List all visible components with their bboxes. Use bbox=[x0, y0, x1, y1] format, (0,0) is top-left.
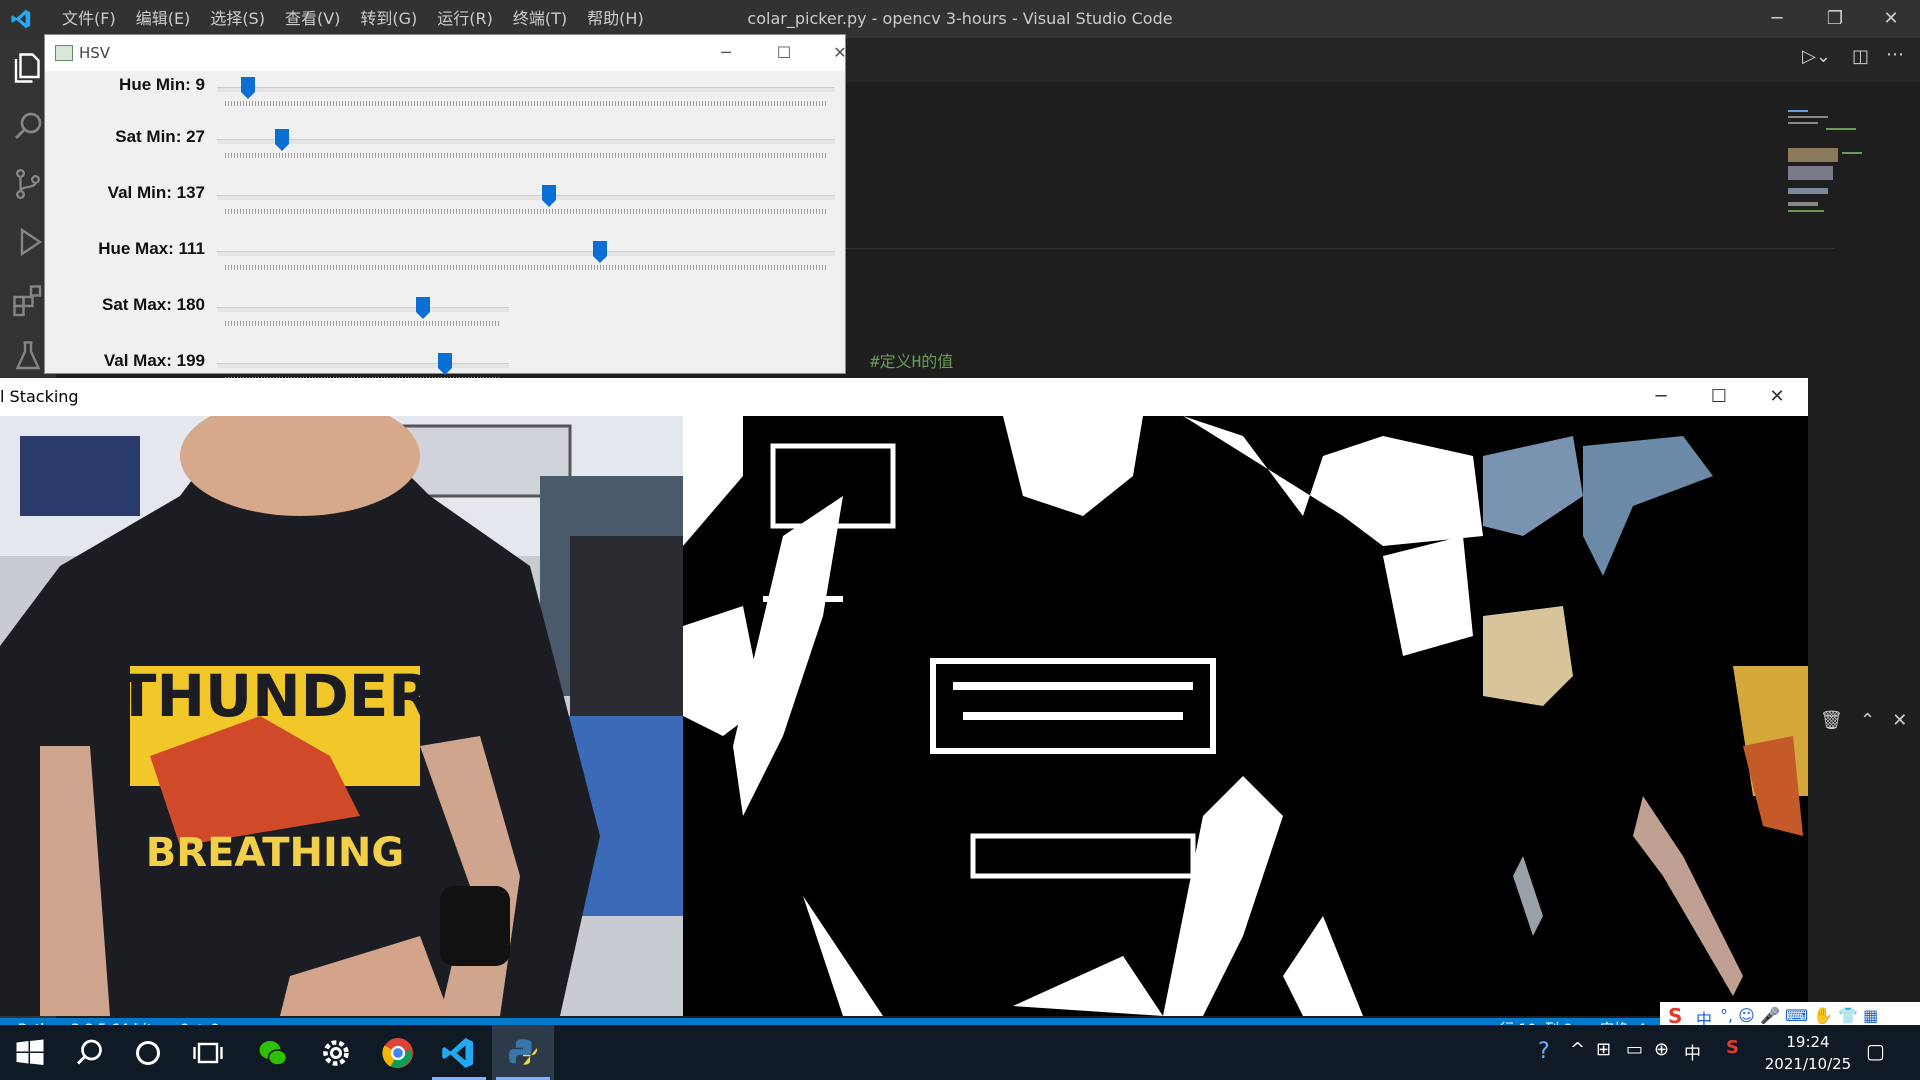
search-icon[interactable] bbox=[10, 108, 46, 144]
restore-icon[interactable]: ❐ bbox=[1806, 0, 1864, 38]
cortana-icon[interactable] bbox=[130, 1035, 166, 1071]
vscode-title-bar: 文件(F) 编辑(E) 选择(S) 查看(V) 转到(G) 运行(R) 终端(T… bbox=[0, 0, 1920, 38]
hsv-maximize-icon[interactable]: ☐ bbox=[755, 35, 813, 71]
more-actions-icon[interactable]: ⋯ bbox=[1886, 44, 1904, 65]
windows-start-icon[interactable] bbox=[12, 1035, 48, 1071]
slider-thumb[interactable] bbox=[437, 353, 452, 375]
help-icon[interactable]: ? bbox=[1538, 1039, 1550, 1064]
hsv-slider-row: Hue Min: 9 bbox=[45, 75, 845, 121]
battery-icon[interactable]: ▭ bbox=[1626, 1039, 1643, 1060]
slider-ticks bbox=[225, 153, 827, 158]
stack-close-icon[interactable]: ✕ bbox=[1748, 378, 1806, 416]
source-control-icon[interactable] bbox=[10, 166, 46, 202]
slider-thumb[interactable] bbox=[416, 297, 431, 319]
slider-label: Val Min: 137 bbox=[107, 183, 205, 202]
split-editor-icon[interactable]: ◫ bbox=[1852, 46, 1869, 67]
stacking-title-bar[interactable]: l Stacking ─ ☐ ✕ bbox=[0, 378, 1808, 416]
network-icon[interactable]: ⊞ bbox=[1596, 1039, 1611, 1060]
explorer-icon[interactable] bbox=[10, 50, 46, 86]
chrome-icon[interactable] bbox=[380, 1035, 416, 1071]
slider-track[interactable] bbox=[217, 363, 509, 368]
slider-label: Val Max: 199 bbox=[103, 351, 205, 370]
slider-label: Hue Max: 111 bbox=[98, 239, 205, 258]
globe-icon[interactable]: ⊕ bbox=[1654, 1039, 1669, 1060]
clock-date: 2021/10/25 bbox=[1764, 1055, 1852, 1073]
notification-icon[interactable]: ▢ bbox=[1866, 1039, 1885, 1063]
panel-close-icon[interactable]: ✕ bbox=[1892, 710, 1907, 731]
slider-track[interactable] bbox=[217, 251, 835, 256]
sogou-tray-icon[interactable]: S bbox=[1726, 1037, 1739, 1058]
result-image bbox=[1483, 416, 1808, 1016]
slider-ticks bbox=[225, 321, 501, 326]
hsv-slider-row: Hue Max: 111 bbox=[45, 239, 845, 285]
hsv-close-icon[interactable]: ✕ bbox=[811, 35, 869, 71]
wechat-icon[interactable] bbox=[255, 1035, 291, 1071]
vscode-taskbar-icon[interactable] bbox=[440, 1035, 476, 1071]
slider-ticks bbox=[225, 265, 827, 270]
shirt-print-title: THUNDER bbox=[117, 662, 433, 730]
window-app-icon bbox=[55, 45, 73, 61]
panel-actions: 🗑 ⌃ ✕ bbox=[1820, 710, 1907, 731]
hsv-title: HSV bbox=[79, 44, 111, 62]
hsv-slider-row: Sat Min: 27 bbox=[45, 127, 845, 173]
mask-image bbox=[683, 416, 1483, 1016]
close-icon[interactable]: ✕ bbox=[1862, 0, 1920, 38]
python-icon bbox=[508, 1039, 538, 1065]
chevron-up-tray-icon[interactable]: ^ bbox=[1570, 1039, 1585, 1060]
testing-icon[interactable] bbox=[10, 338, 46, 374]
window-title: colar_picker.py - opencv 3-hours - Visua… bbox=[747, 9, 1173, 28]
hsv-slider-row: Sat Max: 180 bbox=[45, 295, 845, 341]
slider-thumb[interactable] bbox=[275, 129, 290, 151]
slider-ticks bbox=[225, 101, 827, 106]
slider-track[interactable] bbox=[217, 87, 835, 92]
hsv-window: HSV ─ ☐ ✕ Hue Min: 9 Sat Min: 27 Val Min: … bbox=[44, 34, 847, 382]
slider-ticks bbox=[225, 209, 827, 214]
hsv-minimize-icon[interactable]: ─ bbox=[697, 35, 755, 71]
extensions-icon[interactable] bbox=[10, 282, 46, 318]
minimize-icon[interactable]: ─ bbox=[1748, 0, 1806, 38]
slider-thumb[interactable] bbox=[241, 77, 256, 99]
ime-indicator[interactable]: 中 bbox=[1684, 1039, 1701, 1064]
task-view-icon[interactable] bbox=[190, 1035, 226, 1071]
clock-time: 19:24 bbox=[1786, 1033, 1830, 1051]
run-file-icon[interactable]: ▷⌄ bbox=[1802, 46, 1831, 67]
chevron-up-icon[interactable]: ⌃ bbox=[1860, 710, 1875, 731]
slider-thumb[interactable] bbox=[542, 185, 557, 207]
slider-label: Sat Min: 27 bbox=[115, 127, 205, 146]
slider-label: Sat Max: 180 bbox=[102, 295, 205, 314]
slider-track[interactable] bbox=[217, 139, 835, 144]
taskbar: ? ^ ⊞ ▭ ⊕ 中 S 19:24 2021/10/25 ▢ bbox=[0, 1025, 1920, 1080]
ime-tools-icon[interactable]: °, ☺ 🎤 ⌨ ✋ 👕 ▦ bbox=[1720, 1006, 1878, 1025]
trash-icon[interactable]: 🗑 bbox=[1820, 710, 1843, 731]
slider-label: Hue Min: 9 bbox=[119, 75, 205, 94]
stacking-title: l Stacking bbox=[0, 387, 79, 406]
slider-track[interactable] bbox=[217, 195, 835, 200]
slider-thumb[interactable] bbox=[593, 241, 608, 263]
minimap[interactable] bbox=[1786, 108, 1904, 238]
clock[interactable]: 19:24 2021/10/25 bbox=[1760, 1031, 1856, 1075]
settings-icon[interactable] bbox=[318, 1035, 354, 1071]
run-debug-icon[interactable] bbox=[10, 224, 46, 260]
shirt-print-sub: BREATHING bbox=[146, 830, 404, 876]
camera-image: THUNDER BREATHING bbox=[0, 416, 683, 1016]
hsv-title-bar[interactable]: HSV ─ ☐ ✕ bbox=[45, 35, 847, 71]
search-taskbar-icon[interactable] bbox=[72, 1035, 108, 1071]
python-taskbar-button[interactable] bbox=[492, 1025, 554, 1080]
slider-track[interactable] bbox=[217, 307, 509, 312]
editor-line-highlight bbox=[824, 248, 1834, 249]
hsv-slider-row: Val Min: 137 bbox=[45, 183, 845, 229]
stack-minimize-icon[interactable]: ─ bbox=[1632, 378, 1690, 416]
code-comment: #定义H的值 bbox=[870, 352, 954, 371]
stacking-window: l Stacking ─ ☐ ✕ THUNDER BREATHING bbox=[0, 378, 1808, 1016]
stack-maximize-icon[interactable]: ☐ bbox=[1690, 378, 1748, 416]
